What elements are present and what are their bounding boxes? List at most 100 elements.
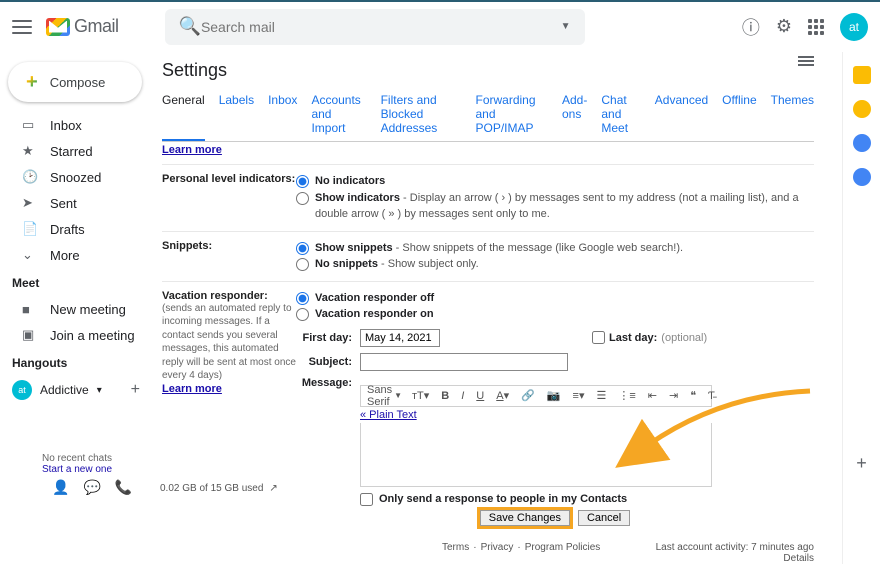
pli-show-radio[interactable]	[296, 192, 309, 205]
link-icon[interactable]: 🔗	[519, 389, 537, 402]
keep-sidepanel-icon[interactable]	[853, 100, 871, 118]
activity-text: Last account activity: 7 minutes ago	[656, 542, 814, 553]
join-meeting[interactable]: ▣Join a meeting	[0, 322, 150, 348]
draft-icon: 📄	[22, 221, 36, 237]
clear-format-icon[interactable]: Ƭ̵	[706, 390, 717, 402]
footer-links: Terms · Privacy · Program Policies	[442, 542, 600, 564]
compose-label: Compose	[50, 75, 106, 90]
first-day-input[interactable]	[360, 329, 440, 347]
bold-icon[interactable]: B	[439, 390, 451, 402]
chevron-down-icon: ⌄	[22, 247, 36, 263]
storage-text[interactable]: 0.02 GB of 15 GB used↗	[160, 483, 278, 494]
hangouts-chat-icon[interactable]: 💬	[83, 479, 100, 496]
tab-labels[interactable]: Labels	[219, 89, 254, 141]
tab-general[interactable]: General	[162, 89, 205, 141]
settings-tabs: General Labels Inbox Accounts and Import…	[162, 89, 814, 142]
image-icon[interactable]: 📷	[545, 389, 563, 402]
apps-grid-icon[interactable]	[808, 19, 824, 35]
search-input[interactable]	[201, 19, 561, 35]
privacy-link[interactable]: Privacy	[481, 542, 514, 564]
product-name: Gmail	[74, 16, 119, 37]
only-contacts-checkbox[interactable]	[360, 493, 373, 506]
sidebar-item-drafts[interactable]: 📄Drafts	[0, 216, 150, 242]
tab-inbox[interactable]: Inbox	[268, 89, 297, 141]
cancel-button[interactable]: Cancel	[578, 510, 630, 526]
rte-toolbar: Sans Serif▼ ᴛT▾ B I U A▾ 🔗 📷 ≡▾ ☰ ⋮≡	[360, 385, 712, 407]
indent-less-icon[interactable]: ⇤	[646, 389, 659, 402]
message-editor[interactable]	[360, 423, 712, 487]
tab-addons[interactable]: Add-ons	[562, 89, 587, 141]
new-meeting[interactable]: ■New meeting	[0, 296, 150, 322]
menu-icon[interactable]	[12, 20, 32, 34]
inbox-icon: ▭	[22, 117, 36, 133]
sidebar-item-more[interactable]: ⌄More	[0, 242, 150, 268]
calendar-sidepanel-icon[interactable]	[853, 66, 871, 84]
display-density-icon[interactable]	[798, 56, 814, 66]
text-color-icon[interactable]: A▾	[494, 389, 511, 402]
snippets-no-radio[interactable]	[296, 258, 309, 271]
subject-input[interactable]	[360, 353, 568, 371]
plain-text-link[interactable]: « Plain Text	[360, 409, 417, 421]
search-options-caret-icon[interactable]: ▼	[561, 21, 571, 32]
star-icon: ★	[22, 143, 36, 159]
search-bar[interactable]: 🔍 ▼	[165, 9, 585, 45]
terms-link[interactable]: Terms	[442, 542, 469, 564]
join-icon: ▣	[22, 327, 36, 343]
no-chats-text: No recent chats	[12, 453, 142, 464]
last-day-checkbox[interactable]	[592, 331, 605, 344]
open-icon: ↗	[269, 483, 277, 494]
subject-label: Subject:	[296, 356, 352, 368]
snippets-show-radio[interactable]	[296, 242, 309, 255]
tab-filters[interactable]: Filters and Blocked Addresses	[381, 89, 462, 141]
pli-label: Personal level indicators:	[162, 173, 296, 223]
indent-more-icon[interactable]: ⇥	[667, 389, 680, 402]
hangouts-avatar: at	[12, 380, 32, 400]
vacation-off-radio[interactable]	[296, 292, 309, 305]
gear-icon[interactable]: ⚙	[776, 16, 792, 37]
hangouts-people-icon[interactable]: 👤	[52, 479, 69, 496]
chevron-down-icon[interactable]: ▾	[97, 385, 102, 396]
numbered-list-icon[interactable]: ☰	[594, 389, 608, 402]
vacation-label: Vacation responder:	[162, 290, 268, 302]
pli-no-radio[interactable]	[296, 175, 309, 188]
font-size-icon[interactable]: ᴛT▾	[410, 389, 431, 402]
bulleted-list-icon[interactable]: ⋮≡	[616, 389, 637, 402]
tab-offline[interactable]: Offline	[722, 89, 756, 141]
search-icon: 🔍	[179, 16, 201, 37]
contacts-sidepanel-icon[interactable]	[853, 168, 871, 186]
vacation-learn-more[interactable]: Learn more	[162, 383, 222, 395]
tasks-sidepanel-icon[interactable]	[853, 134, 871, 152]
help-icon[interactable]: ⓘ	[742, 14, 760, 40]
hangouts-call-icon[interactable]: 📞	[115, 479, 132, 496]
tab-themes[interactable]: Themes	[771, 89, 814, 141]
vacation-sub: (sends an automated reply to incoming me…	[162, 302, 296, 383]
gmail-logo[interactable]: Gmail	[46, 16, 119, 37]
align-icon[interactable]: ≡▾	[571, 389, 587, 402]
save-button[interactable]: Save Changes	[480, 510, 570, 526]
plus-icon: +	[26, 72, 38, 92]
tab-chat[interactable]: Chat and Meet	[601, 89, 640, 141]
tab-accounts[interactable]: Accounts and Import	[311, 89, 366, 141]
sidebar-item-sent[interactable]: ➤Sent	[0, 190, 150, 216]
vacation-on-radio[interactable]	[296, 308, 309, 321]
learn-more-link[interactable]: Learn more	[162, 144, 222, 156]
policies-link[interactable]: Program Policies	[525, 542, 601, 564]
start-chat-link[interactable]: Start a new one	[12, 464, 142, 475]
underline-icon[interactable]: U	[474, 390, 486, 402]
tab-advanced[interactable]: Advanced	[655, 89, 708, 141]
sidebar-item-starred[interactable]: ★Starred	[0, 138, 150, 164]
add-sidepanel-icon[interactable]: +	[856, 453, 867, 474]
font-select[interactable]: Sans Serif▼	[367, 384, 402, 408]
sidebar-item-snoozed[interactable]: 🕑Snoozed	[0, 164, 150, 190]
sidebar-item-inbox[interactable]: ▭Inbox	[0, 112, 150, 138]
add-chat-icon[interactable]: +	[131, 381, 140, 399]
quote-icon[interactable]: ❝	[688, 389, 698, 402]
tab-forwarding[interactable]: Forwarding and POP/IMAP	[475, 89, 548, 141]
clock-icon: 🕑	[22, 169, 36, 185]
hangouts-user[interactable]: at Addictive ▾ +	[0, 376, 150, 404]
avatar[interactable]: at	[840, 13, 868, 41]
details-link[interactable]: Details	[656, 553, 814, 564]
italic-icon[interactable]: I	[459, 390, 466, 402]
hangouts-heading: Hangouts	[0, 348, 150, 376]
compose-button[interactable]: + Compose	[8, 62, 142, 102]
